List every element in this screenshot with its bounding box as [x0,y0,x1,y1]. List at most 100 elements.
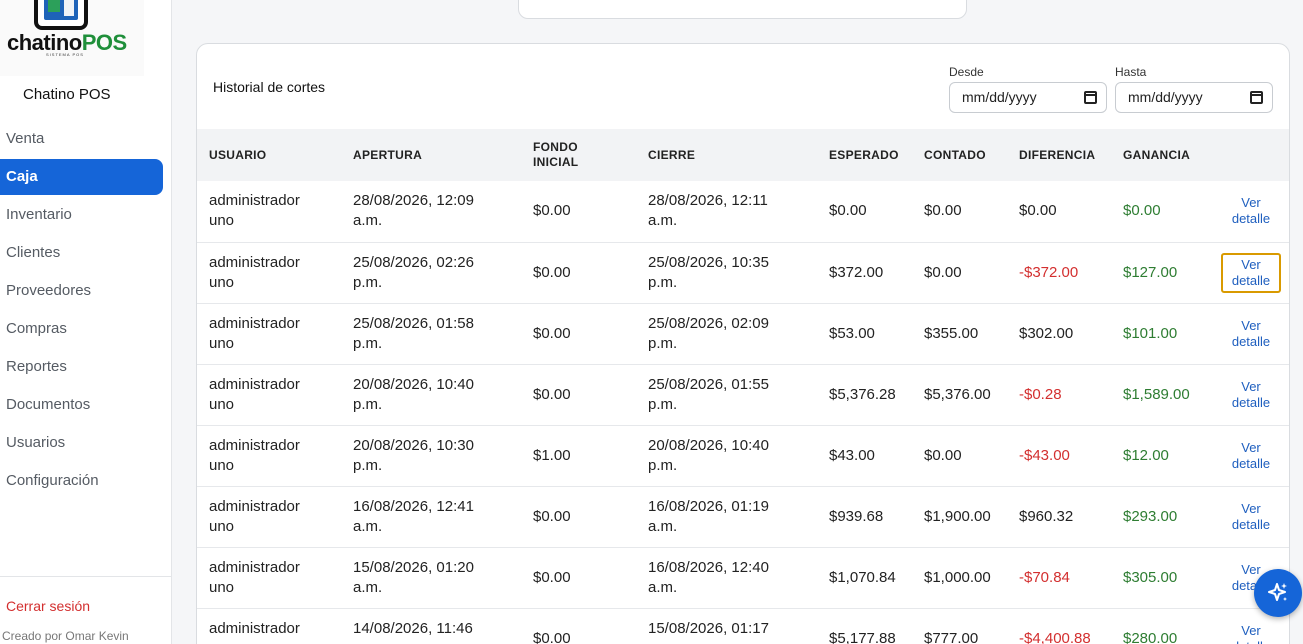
cell-usuario: administrador uno [197,608,341,644]
cell-cierre: 25/08/2026, 01:55 p.m. [636,364,817,426]
cell-apertura: 20/08/2026, 10:30 p.m. [341,425,521,487]
cell-contado: $0.00 [912,242,1007,304]
table-row: administrador uno 25/08/2026, 02:26 p.m. $… [197,242,1289,304]
sidebar: chatinoPOS SISTEMA POS Chatino POS Venta… [0,0,172,644]
to-date-group: Hasta mm/dd/yyyy [1115,65,1273,113]
history-title: Historial de cortes [213,79,326,95]
history-table: USUARIO APERTURA FONDO INICIAL CIERRE ES… [197,129,1289,644]
column-header: CONTADO [924,148,986,162]
table-header-row: USUARIO APERTURA FONDO INICIAL CIERRE ES… [197,129,1289,181]
cell-actions: Ver detalle [1205,364,1289,426]
cell-esperado: $372.00 [817,242,912,304]
column-header [1205,129,1289,181]
cell-usuario: administrador uno [197,547,341,609]
cell-actions: Ver detalle [1205,242,1289,304]
cell-contado: $777.00 [912,608,1007,644]
cell-apertura: 15/08/2026, 01:20 a.m. [341,547,521,609]
sidebar-item-caja[interactable]: Caja [0,159,163,195]
cell-cierre: 16/08/2026, 12:40 a.m. [636,547,817,609]
view-detail-link[interactable]: Ver detalle [1221,314,1281,354]
logo: chatinoPOS SISTEMA POS [0,0,144,76]
table-row: administrador uno14/08/2026, 11:46 p.m.$… [197,608,1289,644]
credit-text: Creado por Omar Kevin [2,629,129,643]
column-header: CIERRE [648,148,696,162]
sidebar-item-inventario[interactable]: Inventario [0,196,172,234]
cell-actions: Ver detalle [1205,486,1289,548]
cell-cierre: 16/08/2026, 01:19 a.m. [636,486,817,548]
cell-ganancia: $293.00 [1111,486,1205,548]
history-card: Historial de cortes Desde mm/dd/yyyy Has… [196,43,1290,644]
to-date-input[interactable]: mm/dd/yyyy [1115,82,1273,113]
sparkle-icon [1268,583,1287,601]
cell-fondo-inicial: $0.00 [521,486,636,548]
cell-diferencia: $0.00 [1007,181,1111,243]
sidebar-item-reportes[interactable]: Reportes [0,348,172,386]
cell-ganancia: $127.00 [1111,242,1205,304]
cell-esperado: $1,070.84 [817,547,912,609]
calendar-icon[interactable] [1084,91,1097,104]
cell-contado: $1,900.00 [912,486,1007,548]
cell-contado: $5,376.00 [912,364,1007,426]
sidebar-item-usuarios[interactable]: Usuarios [0,424,172,462]
cell-usuario: administrador uno [197,364,341,426]
cell-diferencia: $960.32 [1007,486,1111,548]
cell-fondo-inicial: $0.00 [521,303,636,365]
column-header: GANANCIA [1123,148,1191,162]
view-detail-link[interactable]: Ver detalle [1221,619,1281,644]
sidebar-item-venta[interactable]: Venta [0,120,172,158]
view-detail-link[interactable]: Ver detalle [1221,497,1281,537]
app-name: Chatino POS [23,86,111,103]
cell-fondo-inicial: $0.00 [521,608,636,644]
cell-usuario: administrador uno [197,242,341,304]
cell-actions: Ver detalle [1205,181,1289,243]
view-detail-link[interactable]: Ver detalle [1221,436,1281,476]
column-header: ESPERADO [829,148,899,162]
cell-cierre: 20/08/2026, 10:40 p.m. [636,425,817,487]
cell-esperado: $53.00 [817,303,912,365]
cell-usuario: administrador uno [197,486,341,548]
cell-actions: Ver detalle [1205,425,1289,487]
cell-esperado: $5,177.88 [817,608,912,644]
column-header: USUARIO [209,148,267,162]
cell-ganancia: $0.00 [1111,181,1205,243]
from-date-group: Desde mm/dd/yyyy [949,65,1107,113]
view-detail-link[interactable]: Ver detalle [1221,252,1281,293]
sidebar-item-configuracion[interactable]: Configuración [0,462,172,500]
view-detail-link[interactable]: Ver detalle [1221,191,1281,231]
cell-fondo-inicial: $0.00 [521,364,636,426]
assistant-button[interactable] [1254,569,1302,617]
sidebar-item-clientes[interactable]: Clientes [0,234,172,272]
sidebar-nav: Venta Caja Inventario Clientes Proveedores Co… [0,120,172,500]
cell-diferencia: $302.00 [1007,303,1111,365]
cell-diferencia: -$0.28 [1007,364,1111,426]
cell-contado: $1,000.00 [912,547,1007,609]
cell-apertura: 14/08/2026, 11:46 p.m. [341,608,521,644]
cell-apertura: 28/08/2026, 12:09 a.m. [341,181,521,243]
sidebar-item-compras[interactable]: Compras [0,310,172,348]
cell-esperado: $43.00 [817,425,912,487]
cell-ganancia: $305.00 [1111,547,1205,609]
column-header: APERTURA [353,148,423,162]
table-row: administrador uno 20/08/2026, 10:30 p.m. $… [197,425,1289,487]
calendar-icon[interactable] [1250,91,1263,104]
cell-esperado: $939.68 [817,486,912,548]
sidebar-item-documentos[interactable]: Documentos [0,386,172,424]
table-row: administrador uno 25/08/2026, 01:58 p.m. $… [197,303,1289,365]
cell-apertura: 20/08/2026, 10:40 p.m. [341,364,521,426]
logo-subtitle: SISTEMA POS [46,52,84,57]
cell-contado: $0.00 [912,181,1007,243]
sidebar-divider [0,576,171,577]
logout-button[interactable]: Cerrar sesión [6,598,90,614]
cell-esperado: $0.00 [817,181,912,243]
from-date-input[interactable]: mm/dd/yyyy [949,82,1107,113]
table-row: administrador uno 28/08/2026, 12:09 a.m. $… [197,181,1289,243]
cell-fondo-inicial: $0.00 [521,242,636,304]
cell-diferencia: -$372.00 [1007,242,1111,304]
cell-actions: Ver detalle [1205,303,1289,365]
view-detail-link[interactable]: Ver detalle [1221,375,1281,415]
from-date-label: Desde [949,65,984,79]
cell-usuario: administrador uno [197,425,341,487]
cell-usuario: administrador uno [197,181,341,243]
sidebar-item-proveedores[interactable]: Proveedores [0,272,172,310]
table-row: administrador uno 16/08/2026, 12:41 a.m. $… [197,486,1289,548]
